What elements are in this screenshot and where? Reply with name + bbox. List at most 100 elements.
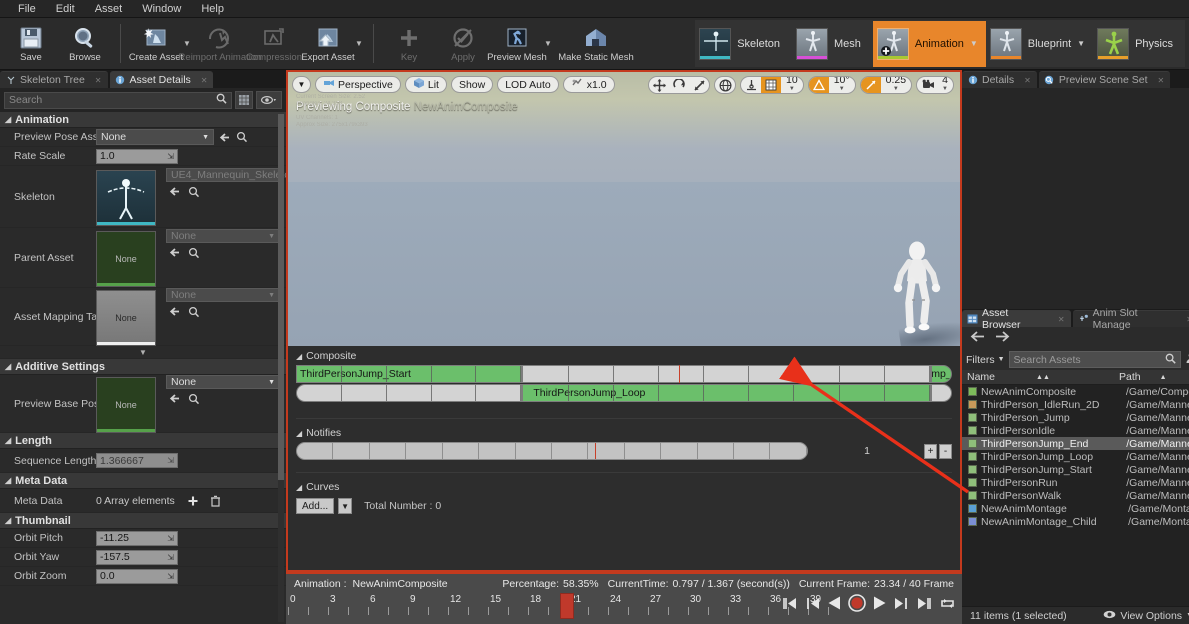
close-icon[interactable]: ✕ — [95, 76, 102, 85]
list-item[interactable]: NewAnimMontage_Child/Game/Montage — [962, 515, 1189, 528]
preview-viewport[interactable]: ▼ Perspective Lit Show — [286, 70, 962, 346]
transport-scrubber[interactable]: 0 3 6 9 12 15 18 21 24 27 30 33 36 39 — [286, 593, 962, 623]
rotate-tool-icon[interactable] — [669, 76, 689, 94]
orbit-yaw-input[interactable]: -157.5 ⇲ — [96, 550, 178, 565]
viewport-options-button[interactable]: ▼ — [292, 76, 311, 93]
sequence-length-input[interactable]: 1.366667 ⇲ — [96, 453, 178, 468]
composite-segment-empty[interactable] — [931, 384, 952, 402]
export-asset-button[interactable]: Export Asset — [301, 19, 355, 69]
composite-segment-end[interactable]: ThirdPersonJump_End — [931, 365, 952, 383]
list-item[interactable]: ThirdPersonJump_Loop/Game/Mannequ — [962, 450, 1189, 463]
tab-details[interactable]: Details ✕ — [962, 71, 1037, 88]
mode-skeleton[interactable]: Skeleton — [695, 21, 792, 67]
use-selected-asset-icon[interactable] — [168, 185, 181, 198]
composite-track-row-0[interactable]: ThirdPersonJump_Start ThirdPersonJump_En… — [296, 365, 952, 383]
menu-item-file[interactable]: File — [8, 0, 46, 18]
grid-snap-value[interactable]: 10 ▼ — [781, 76, 803, 94]
record-button[interactable] — [848, 594, 866, 612]
play-forward-button[interactable] — [873, 595, 887, 611]
list-item[interactable]: ThirdPerson_IdleRun_2D/Game/Mannequ — [962, 398, 1189, 411]
column-header-path[interactable]: Path ▲ — [1114, 370, 1167, 384]
list-item[interactable]: NewAnimComposite/Game/Composit — [962, 385, 1189, 398]
composite-segment-empty[interactable] — [296, 384, 522, 402]
move-tool-icon[interactable] — [649, 76, 669, 94]
composite-track-area[interactable]: ThirdPersonJump_Start ThirdPersonJump_En… — [288, 365, 960, 402]
add-array-element-icon[interactable] — [187, 494, 200, 507]
tab-anim-slot-manager[interactable]: Anim Slot Manage ✕ — [1073, 310, 1189, 327]
filters-button[interactable]: Filters ▼ — [966, 354, 1005, 366]
browse-to-asset-icon[interactable] — [235, 131, 248, 144]
surface-snap-icon[interactable] — [741, 76, 761, 94]
step-backward-button[interactable] — [805, 596, 820, 611]
column-header-name[interactable]: Name ▲▲ — [962, 370, 1114, 384]
drag-spinner-icon[interactable]: ⇲ — [167, 553, 174, 562]
browse-to-asset-icon[interactable] — [187, 185, 200, 198]
preview-base-pose-thumbnail[interactable]: None — [96, 377, 156, 433]
section-length[interactable]: ◢ Length — [0, 433, 286, 449]
menu-item-edit[interactable]: Edit — [46, 0, 85, 18]
step-forward-button[interactable] — [894, 596, 909, 611]
preview-mesh-dropdown-icon[interactable]: ▼ — [544, 39, 554, 48]
composite-segment-empty[interactable] — [522, 365, 931, 383]
scale-snap-toggle[interactable] — [861, 76, 881, 94]
asset-mapping-table-thumbnail[interactable]: None — [96, 290, 156, 346]
asset-mapping-table-combo[interactable]: None ▼ — [166, 288, 280, 302]
search-input[interactable]: Search — [4, 92, 232, 109]
save-button[interactable]: Save — [4, 19, 58, 69]
tab-asset-browser[interactable]: Asset Browser ✕ — [962, 310, 1071, 327]
key-button[interactable]: Key — [382, 19, 436, 69]
add-curve-button[interactable]: Add... — [296, 498, 334, 514]
viewport-show-button[interactable]: Show — [451, 76, 493, 93]
close-icon[interactable]: ✕ — [1058, 315, 1065, 324]
create-asset-dropdown-icon[interactable]: ▼ — [183, 39, 193, 48]
view-options-button[interactable]: View Options ▼ — [1103, 610, 1189, 622]
parent-asset-thumbnail[interactable]: None — [96, 231, 156, 287]
menu-item-help[interactable]: Help — [191, 0, 234, 18]
curves-section-header[interactable]: ◢ Curves — [288, 477, 960, 496]
scale-tool-icon[interactable] — [689, 76, 709, 94]
mode-blueprint[interactable]: Blueprint ▼ — [986, 21, 1093, 67]
preview-pose-asset-combo[interactable]: None ▼ — [96, 129, 214, 145]
use-selected-asset-icon[interactable] — [168, 392, 181, 405]
create-asset-button[interactable]: Create Asset — [129, 19, 183, 69]
camera-speed-icon[interactable] — [917, 76, 937, 94]
add-notify-track-button[interactable]: + — [924, 444, 937, 459]
parent-asset-combo[interactable]: None ▼ — [166, 229, 280, 243]
browse-to-asset-icon[interactable] — [187, 392, 200, 405]
menu-item-window[interactable]: Window — [132, 0, 191, 18]
reimport-animation-button[interactable]: Reimport Animation — [193, 19, 247, 69]
skeleton-asset-thumbnail[interactable] — [96, 170, 156, 226]
close-icon[interactable]: ✕ — [1158, 76, 1165, 85]
list-item[interactable]: ThirdPersonRun/Game/Mannequ — [962, 476, 1189, 489]
asset-browser-user-icon[interactable] — [1185, 352, 1189, 367]
tab-preview-scene-settings[interactable]: Preview Scene Set ✕ — [1039, 71, 1170, 88]
step-to-beginning-button[interactable] — [781, 596, 798, 611]
make-static-mesh-button[interactable]: Make Static Mesh — [554, 19, 638, 69]
drag-spinner-icon[interactable]: ⇲ — [167, 152, 174, 161]
notifies-section-header[interactable]: ◢ Notifies — [288, 423, 960, 442]
use-selected-asset-icon[interactable] — [168, 246, 181, 259]
tab-asset-details[interactable]: Asset Details ✕ — [110, 71, 214, 88]
details-scrollbar-thumb[interactable] — [278, 114, 284, 480]
add-curve-dropdown-icon[interactable]: ▼ — [338, 498, 352, 514]
list-item-selected[interactable]: ThirdPersonJump_End/Game/Mannequ — [962, 437, 1189, 450]
close-icon[interactable]: ✕ — [1024, 76, 1031, 85]
details-visibility-button[interactable] — [256, 91, 282, 109]
browse-to-asset-icon[interactable] — [187, 305, 200, 318]
asset-search-input[interactable]: Search Assets — [1009, 351, 1181, 368]
preview-mesh-button[interactable]: Preview Mesh — [490, 19, 544, 69]
section-thumbnail[interactable]: ◢ Thumbnail — [0, 513, 286, 529]
camera-speed-value[interactable]: 4 ▼ — [937, 76, 953, 94]
loop-button[interactable] — [940, 596, 956, 611]
forward-arrow-icon[interactable] — [995, 331, 1010, 345]
drag-spinner-icon[interactable]: ⇲ — [167, 534, 174, 543]
export-asset-dropdown-icon[interactable]: ▼ — [355, 39, 365, 48]
orbit-pitch-input[interactable]: -11.25 ⇲ — [96, 531, 178, 546]
browse-button[interactable]: Browse — [58, 19, 112, 69]
mode-animation[interactable]: Animation ▼ — [873, 21, 986, 67]
list-item[interactable]: ThirdPersonWalk/Game/Mannequ — [962, 489, 1189, 502]
rate-scale-input[interactable]: 1.0 ⇲ — [96, 149, 178, 164]
details-scrollbar[interactable] — [278, 114, 284, 622]
use-selected-asset-icon[interactable] — [168, 305, 181, 318]
remove-notify-track-button[interactable]: - — [939, 444, 952, 459]
